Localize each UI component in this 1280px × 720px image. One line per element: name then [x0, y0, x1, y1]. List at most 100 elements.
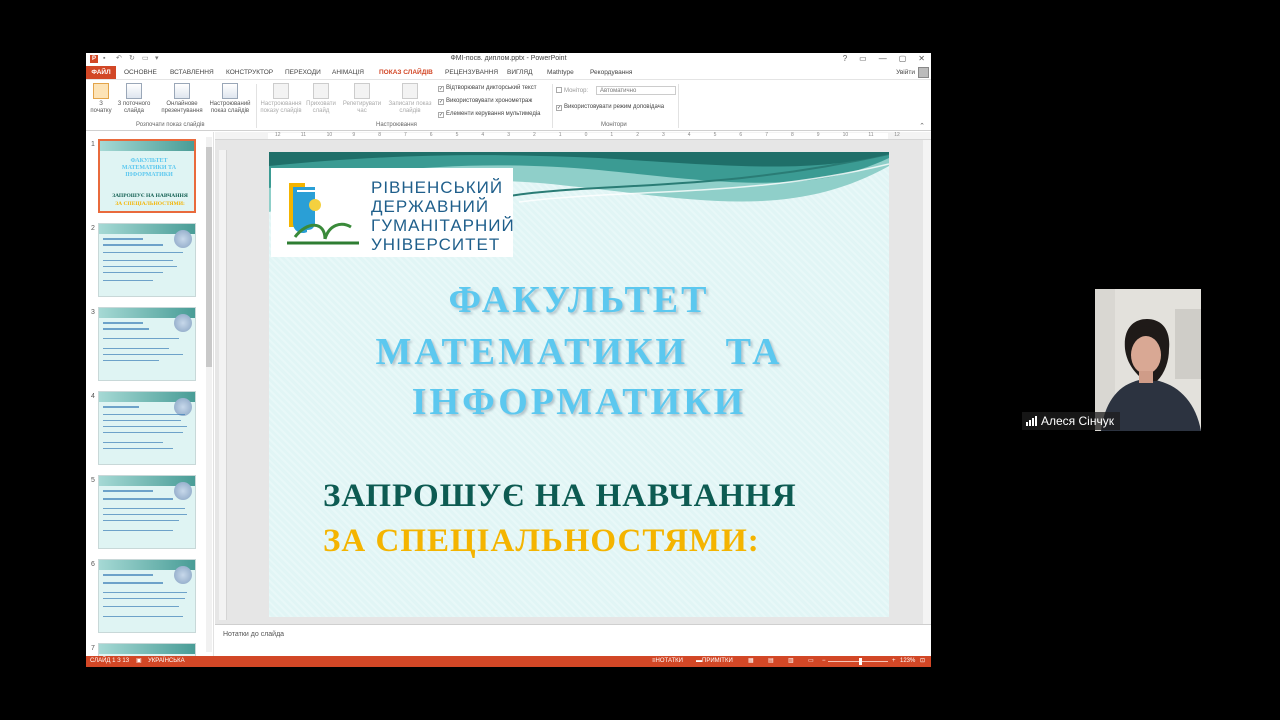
slide-thumbnail-7[interactable] — [98, 643, 196, 656]
tab-design[interactable]: КОНСТРУКТОР — [226, 69, 273, 76]
horizontal-ruler: 12 11 10 9 8 7 6 5 4 3 2 1 0 1 2 3 4 5 6 7 8 9 10 11 12 — [215, 132, 931, 140]
slideshow-start-icon — [93, 83, 109, 99]
from-current-slide-button[interactable]: З поточного слайда — [114, 83, 154, 115]
record-slideshow-button[interactable]: Записати показ слайдів — [386, 83, 434, 115]
tab-review[interactable]: РЕЦЕНЗУВАННЯ — [445, 69, 498, 76]
participant-name-tag: Алеся Сінчук — [1022, 412, 1120, 430]
play-narrations-checkbox[interactable]: ✓ Відтворювати дикторський текст — [438, 85, 536, 92]
ruler-active-area — [268, 133, 888, 139]
checkmark-icon: ✓ — [438, 99, 444, 105]
slide-thumbnail-6[interactable] — [98, 559, 196, 633]
thumb-text-line — [103, 606, 179, 607]
thumb-text-line — [103, 280, 153, 281]
setup-slideshow-label: Настроювання показу слайдів — [260, 101, 302, 114]
zoom-slider[interactable] — [828, 661, 888, 662]
thumbnails-scroll-thumb[interactable] — [206, 147, 212, 367]
ruler-mark: 5 — [713, 132, 717, 138]
use-timings-checkbox[interactable]: ✓ Використовувати хронометраж — [438, 98, 532, 105]
slideshow-view-icon[interactable]: ▭ — [808, 656, 814, 667]
ribbon-separator — [552, 84, 553, 128]
comments-toggle[interactable]: ▬ ПРИМІТКИ — [696, 656, 733, 667]
slide-thumbnail-3[interactable] — [98, 307, 196, 381]
thumb-text-line — [103, 582, 163, 584]
thumb-number: 6 — [91, 561, 95, 568]
media-controls-checkbox[interactable]: ✓ Елементи керування мультимедіа — [438, 111, 541, 118]
ruler-mark: 6 — [739, 132, 743, 138]
slide-counter: СЛАЙД 1 З 13 — [90, 658, 130, 664]
notes-pane[interactable]: Нотатки до слайда — [215, 624, 931, 656]
thumb-text-line — [103, 514, 187, 515]
thumb-title: ФАКУЛЬТЕТ МАТЕМАТИКИ ТА ІНФОРМАТИКИ — [121, 158, 177, 178]
normal-view-icon[interactable]: ▦ — [748, 656, 754, 667]
tab-file[interactable]: ФАЙЛ — [86, 66, 116, 79]
zoom-out-icon[interactable]: − — [822, 656, 826, 667]
hide-slide-button[interactable]: Приховати слайд — [305, 83, 337, 115]
window-controls: ? ▭ — ▢ ✕ — [843, 54, 925, 63]
tab-home[interactable]: ОСНОВНЕ — [124, 69, 157, 76]
record-slideshow-icon — [402, 83, 418, 99]
slide-thumbnail-1[interactable]: ФАКУЛЬТЕТ МАТЕМАТИКИ ТА ІНФОРМАТИКИ ЗАПР… — [98, 139, 196, 213]
slide-sorter-icon[interactable]: ▤ — [768, 656, 774, 667]
slide-canvas[interactable]: РІВНЕНСЬКИЙ ДЕРЖАВНИЙ ГУМАНІТАРНИЙ УНІВЕ… — [269, 152, 889, 617]
sign-in-link[interactable]: Увійти — [896, 69, 915, 76]
user-avatar-icon[interactable] — [918, 67, 929, 78]
reading-view-icon[interactable]: ▥ — [788, 656, 794, 667]
notes-toggle[interactable]: ≡ НОТАТКИ — [652, 656, 683, 667]
close-button[interactable]: ✕ — [918, 54, 925, 63]
editor-scrollbar[interactable] — [923, 140, 931, 624]
signal-bar — [1032, 418, 1034, 426]
thumb-text-line — [103, 244, 163, 246]
ruler-mark: 10 — [326, 132, 333, 138]
setup-slideshow-button[interactable]: Настроювання показу слайдів — [258, 83, 304, 115]
slide-thumbnail-5[interactable] — [98, 475, 196, 549]
present-online-button[interactable]: Онлайнове презентування — [160, 83, 204, 115]
thumb-text-line — [103, 574, 153, 576]
presenter-view-checkbox[interactable]: ✓ Використовувати режим доповідача — [556, 104, 664, 111]
language-indicator[interactable]: УКРАЇНСЬКА — [148, 656, 185, 667]
slide-thumbnail-4[interactable] — [98, 391, 196, 465]
thumb-text-line — [103, 420, 181, 421]
thumbnails-scrollbar[interactable] — [206, 137, 212, 652]
tab-slide-show[interactable]: ПОКАЗ СЛАЙДІВ — [379, 69, 433, 76]
thumb-text-line — [103, 348, 169, 349]
tab-animations[interactable]: АНІМАЦІЯ — [332, 69, 364, 76]
tab-recording[interactable]: Рекордування — [590, 69, 632, 76]
tab-transitions[interactable]: ПЕРЕХОДИ — [285, 69, 321, 76]
thumb-number: 4 — [91, 393, 95, 400]
zoom-level[interactable]: 123% — [900, 656, 915, 667]
tab-insert[interactable]: ВСТАВЛЕННЯ — [170, 69, 214, 76]
ruler-mark: 4 — [687, 132, 691, 138]
faculty-title-line-1: ФАКУЛЬТЕТ — [448, 279, 710, 321]
from-beginning-button[interactable]: З початку — [90, 83, 112, 115]
logo-text-line: ГУМАНІТАРНИЙ — [371, 216, 515, 235]
ribbon-display-button[interactable]: ▭ — [859, 54, 867, 63]
vertical-ruler — [219, 150, 227, 620]
thumb-invite: ЗАПРОШУЄ НА НАВЧАННЯ — [112, 193, 188, 199]
university-logo: РІВНЕНСЬКИЙ ДЕРЖАВНИЙ ГУМАНІТАРНИЙ УНІВЕ… — [271, 168, 515, 257]
maximize-button[interactable]: ▢ — [899, 54, 907, 63]
ruler-mark: 11 — [868, 132, 874, 138]
thumb-text-line — [103, 498, 173, 500]
tab-mathtype[interactable]: Mathtype — [547, 69, 574, 76]
spellcheck-icon[interactable]: ▣ — [136, 656, 142, 667]
zoom-in-icon[interactable]: + — [892, 656, 896, 667]
tab-view[interactable]: ВИГЛЯД — [507, 69, 533, 76]
slide-thumbnail-2[interactable] — [98, 223, 196, 297]
fit-to-window-icon[interactable]: ⊡ — [920, 656, 925, 667]
custom-show-button[interactable]: Настроюваний показ слайдів — [208, 83, 252, 115]
checkmark-icon: ✓ — [556, 105, 562, 111]
ruler-mark: 6 — [429, 132, 433, 138]
minimize-button[interactable]: — — [879, 54, 887, 63]
thumb-number: 3 — [91, 309, 95, 316]
participant-video[interactable] — [1095, 289, 1201, 431]
collapse-ribbon-icon[interactable]: ⌃ — [919, 122, 925, 130]
thumb-image — [174, 482, 192, 500]
zoom-slider-thumb[interactable] — [859, 658, 862, 665]
rehearse-timings-button[interactable]: Репетирувати час — [340, 83, 384, 115]
thumb-text-line — [103, 260, 173, 261]
thumb-text-line — [103, 252, 183, 253]
thumb-text-line — [103, 322, 143, 324]
monitor-dropdown[interactable]: Автоматично — [596, 86, 676, 95]
help-button[interactable]: ? — [843, 54, 847, 63]
slide-thumbnails-pane: 1 ФАКУЛЬТЕТ МАТЕМАТИКИ ТА ІНФОРМАТИКИ ЗА… — [86, 132, 214, 656]
